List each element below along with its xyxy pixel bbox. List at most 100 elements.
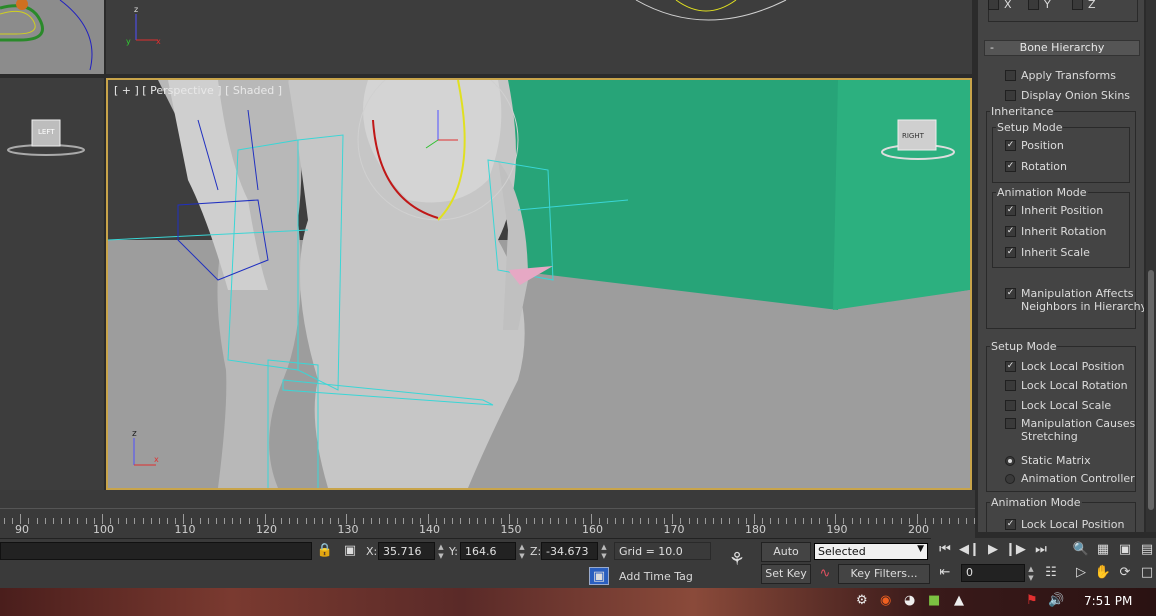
- manip-causes-checkbox[interactable]: [1005, 418, 1016, 429]
- time-tag-icon[interactable]: ▣: [589, 567, 609, 585]
- set-key-button[interactable]: Set Key: [761, 564, 811, 584]
- apply-transforms-checkbox[interactable]: [1005, 70, 1016, 81]
- axis-x-checkbox[interactable]: [988, 0, 999, 10]
- z-spinner-icon[interactable]: ▲ ▼: [599, 543, 609, 561]
- manip-affects-checkbox[interactable]: ✓: [1005, 288, 1016, 299]
- axis-x-option[interactable]: X: [988, 0, 1012, 12]
- rotation-option[interactable]: ✓ Rotation: [1005, 160, 1067, 174]
- scrollbar-thumb[interactable]: [1148, 270, 1154, 510]
- command-panel: X Y Z - Bone Hierarchy Apply Transforms …: [978, 0, 1144, 532]
- auto-key-button[interactable]: Auto Key: [761, 542, 811, 576]
- command-panel-scrollbar[interactable]: [1146, 0, 1156, 532]
- lock-selection-icon[interactable]: 🔒: [315, 542, 335, 560]
- key-filters-button[interactable]: Key Filters...: [838, 564, 930, 584]
- timeline-tick: [395, 518, 397, 524]
- inherit-position-option[interactable]: ✓ Inherit Position: [1005, 204, 1103, 218]
- viewport-left[interactable]: LEFT: [0, 78, 104, 490]
- display-onion-skins-checkbox[interactable]: [1005, 90, 1016, 101]
- timeline-tick: [949, 518, 951, 524]
- zoom-icon[interactable]: 🔍: [1071, 541, 1091, 559]
- origin-icon[interactable]: ◉: [880, 593, 891, 608]
- static-matrix-option[interactable]: Static Matrix: [1005, 454, 1091, 468]
- play-icon[interactable]: ▶: [983, 541, 1003, 559]
- axis-y-option[interactable]: Y: [1028, 0, 1051, 12]
- add-time-tag[interactable]: Add Time Tag: [619, 570, 693, 583]
- frame-spinner-icon[interactable]: ▲ ▼: [1026, 565, 1036, 583]
- right-viewcube-label: RIGHT: [902, 132, 924, 140]
- goto-end-icon[interactable]: ⏭: [1031, 541, 1051, 559]
- axis-z-option[interactable]: Z: [1072, 0, 1096, 12]
- display-onion-skins-option[interactable]: Display Onion Skins: [1005, 89, 1130, 103]
- y-coord-field[interactable]: 164.6: [460, 542, 516, 560]
- next-frame-icon[interactable]: ❙▶: [1005, 541, 1026, 559]
- rotation-checkbox[interactable]: ✓: [1005, 161, 1016, 172]
- apply-transforms-option[interactable]: Apply Transforms: [1005, 69, 1116, 83]
- zoom-all-icon[interactable]: ▦: [1093, 541, 1113, 559]
- zoom-extents-icon[interactable]: ▣: [1115, 541, 1135, 559]
- manip-affects-option[interactable]: ✓ Manipulation Affects: [1005, 287, 1134, 301]
- chrome-icon[interactable]: ◕: [904, 593, 915, 608]
- timeline-tick: [52, 518, 54, 524]
- curve-editor-icon[interactable]: ∿: [815, 565, 835, 583]
- timeline-ruler[interactable]: 90 100 110 120 130 140 150 160 170 180 190 200: [0, 508, 975, 538]
- x-coord-field[interactable]: 35.716: [378, 542, 435, 560]
- absolute-mode-icon[interactable]: ▣: [340, 542, 360, 560]
- goto-start-icon[interactable]: ⏮: [935, 541, 955, 559]
- lock-local-scale-checkbox[interactable]: [1005, 400, 1016, 411]
- animation-controller-radio[interactable]: [1005, 474, 1015, 484]
- top-viewport-wireframe: [0, 0, 104, 74]
- set-key-mode-icon[interactable]: ⚘: [722, 551, 752, 569]
- timeline-tick: [924, 518, 926, 524]
- network-icon[interactable]: ▲: [954, 593, 964, 608]
- orbit-icon[interactable]: ⟳: [1115, 564, 1135, 582]
- field-of-view-icon[interactable]: ▷: [1071, 564, 1091, 582]
- lock-local-scale-option[interactable]: Lock Local Scale: [1005, 399, 1111, 413]
- position-checkbox[interactable]: ✓: [1005, 140, 1016, 151]
- selection-set-dropdown[interactable]: Selected ▼: [814, 543, 928, 560]
- flag-icon[interactable]: ⚑: [1026, 593, 1038, 608]
- x-spinner-icon[interactable]: ▲ ▼: [436, 543, 446, 561]
- inherit-scale-checkbox[interactable]: ✓: [1005, 247, 1016, 258]
- current-frame-field[interactable]: 0: [961, 564, 1025, 582]
- timeline-tick-label: 170: [663, 523, 685, 536]
- lock-local-position-option[interactable]: ✓ Lock Local Position: [1005, 360, 1124, 374]
- viewport-top[interactable]: z y x: [106, 0, 972, 74]
- inherit-rotation-option[interactable]: ✓ Inherit Rotation: [1005, 225, 1106, 239]
- viewport-top-left[interactable]: [0, 0, 104, 74]
- steam-icon[interactable]: ⚙: [856, 593, 868, 608]
- animation-controller-option[interactable]: Animation Controller: [1005, 472, 1135, 486]
- timeline-tick: [150, 518, 152, 524]
- pan-hand-icon[interactable]: ✋: [1093, 564, 1113, 582]
- lock-local-position-checkbox[interactable]: ✓: [1005, 361, 1016, 372]
- maximize-viewport-icon[interactable]: □: [1137, 564, 1156, 582]
- viewport-label[interactable]: [ + ] [ Perspective ] [ Shaded ]: [114, 84, 282, 97]
- volume-icon[interactable]: 🔊: [1048, 593, 1064, 608]
- timeline-tick: [460, 518, 462, 524]
- lock-local-rotation-option[interactable]: Lock Local Rotation: [1005, 379, 1128, 393]
- inherit-scale-option[interactable]: ✓ Inherit Scale: [1005, 246, 1090, 260]
- timeline-tick: [224, 518, 226, 524]
- time-config-icon[interactable]: ☷: [1041, 564, 1061, 582]
- perspective-scene: z x: [108, 80, 970, 488]
- clock[interactable]: 7:51 PM: [1084, 594, 1132, 608]
- static-matrix-radio[interactable]: [1005, 456, 1015, 466]
- bone-hierarchy-rollout[interactable]: - Bone Hierarchy: [984, 40, 1140, 56]
- manip-causes-option[interactable]: Manipulation Causes: [1005, 417, 1135, 431]
- key-mode-icon[interactable]: ⇤: [935, 564, 955, 582]
- y-spinner-icon[interactable]: ▲ ▼: [517, 543, 527, 561]
- axis-z-checkbox[interactable]: [1072, 0, 1083, 10]
- inherit-rotation-checkbox[interactable]: ✓: [1005, 226, 1016, 237]
- viewport-perspective[interactable]: [ + ] [ Perspective ] [ Shaded ] z x RIG…: [106, 78, 972, 490]
- lock-local-position-2-option[interactable]: ✓ Lock Local Position: [1005, 518, 1124, 532]
- axis-y-checkbox[interactable]: [1028, 0, 1039, 10]
- zoom-extents-all-icon[interactable]: ▤: [1137, 541, 1156, 559]
- prev-frame-icon[interactable]: ◀❙: [959, 541, 980, 559]
- lock-local-position-2-checkbox[interactable]: ✓: [1005, 519, 1016, 530]
- z-coord-field[interactable]: -34.673: [541, 542, 598, 560]
- inherit-position-checkbox[interactable]: ✓: [1005, 205, 1016, 216]
- nvidia-icon[interactable]: ■: [928, 593, 940, 608]
- y-coord-label: Y:: [449, 545, 458, 558]
- position-option[interactable]: ✓ Position: [1005, 139, 1064, 153]
- timeline-tick: [558, 518, 560, 524]
- lock-local-rotation-checkbox[interactable]: [1005, 380, 1016, 391]
